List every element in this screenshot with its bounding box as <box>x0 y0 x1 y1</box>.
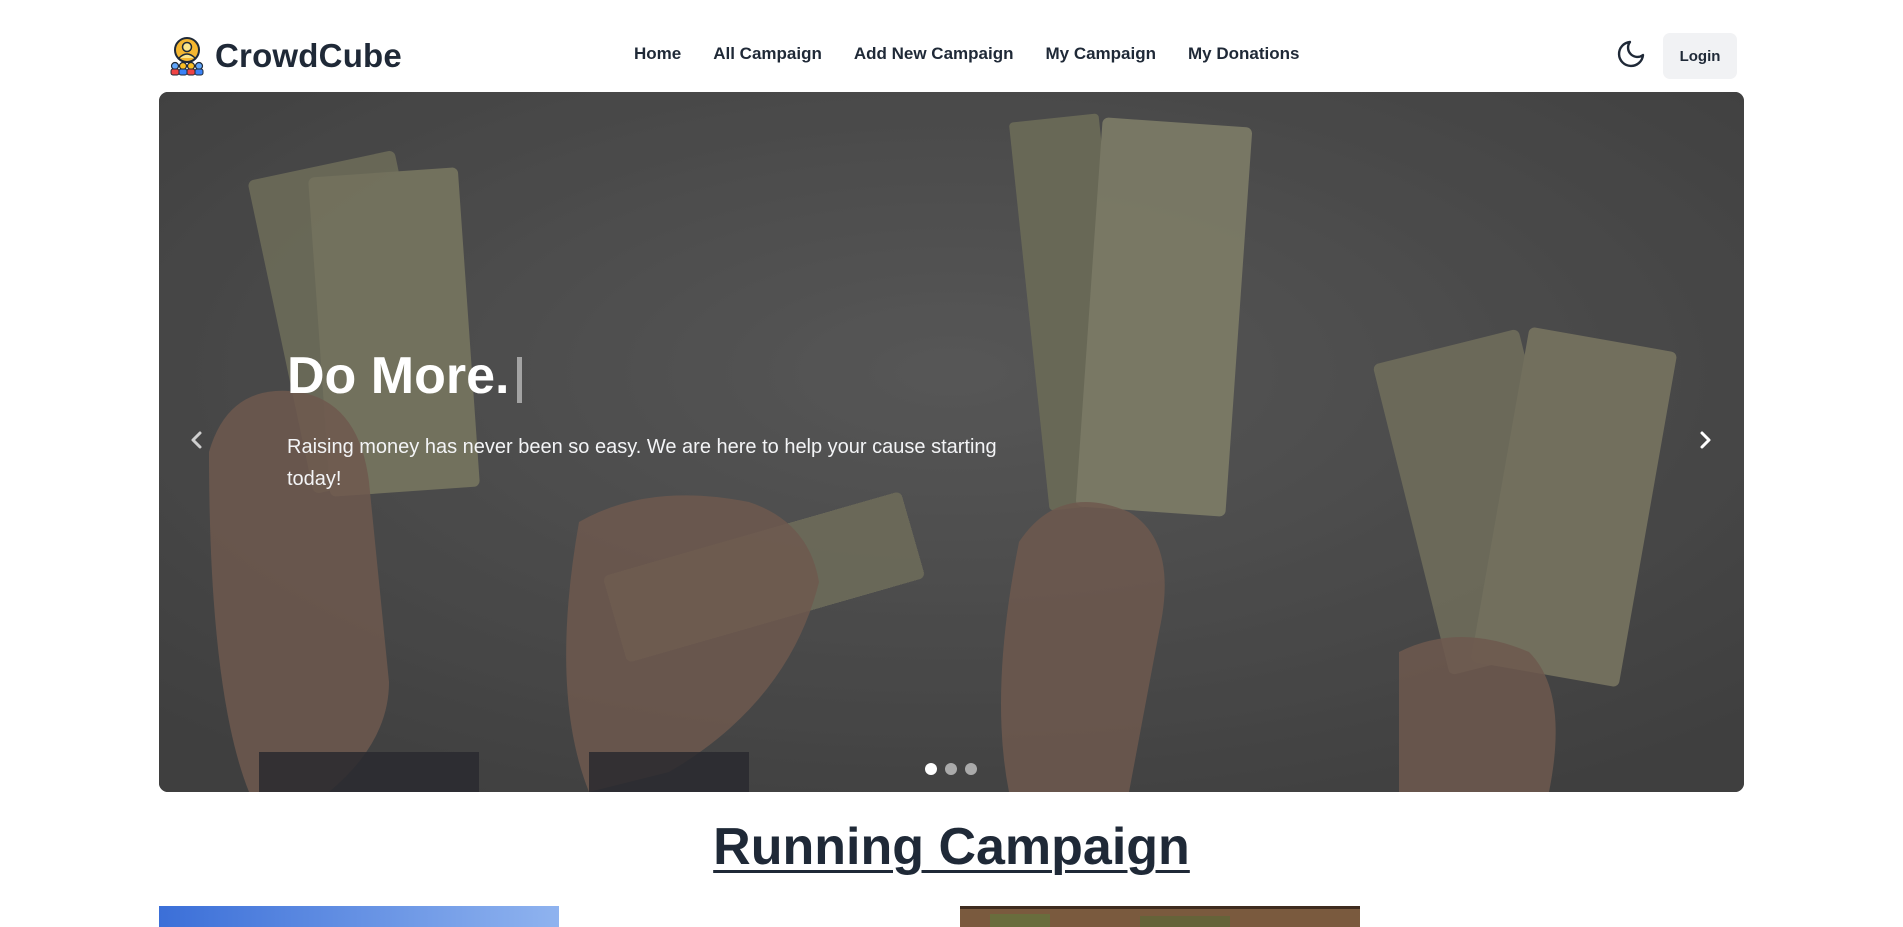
hero-carousel: Do More. Raising money has never been so… <box>159 92 1744 792</box>
carousel-dot-3[interactable] <box>965 763 977 775</box>
chevron-right-icon <box>1700 431 1711 449</box>
chevron-left-icon <box>191 431 202 449</box>
carousel-next-button[interactable] <box>1685 420 1725 460</box>
nav-item: All Campaign <box>713 44 822 64</box>
navbar: CrowdCube Home All Campaign Add New Camp… <box>159 0 1744 92</box>
campaign-card-image <box>159 906 559 927</box>
carousel-dot-1[interactable] <box>925 763 937 775</box>
campaign-card[interactable] <box>960 906 1360 927</box>
campaign-card[interactable] <box>159 906 559 927</box>
typing-cursor <box>517 356 523 403</box>
nav-link-my-donations[interactable]: My Donations <box>1188 44 1299 63</box>
campaign-card-image <box>960 906 1360 927</box>
section-title: Running Campaign <box>713 818 1190 876</box>
login-button[interactable]: Login <box>1663 33 1737 79</box>
hero-title: Do More. <box>287 347 1007 405</box>
nav-link-home[interactable]: Home <box>634 44 681 63</box>
nav-item: My Donations <box>1188 44 1299 64</box>
carousel-dot-2[interactable] <box>945 763 957 775</box>
brand-name: CrowdCube <box>215 37 402 74</box>
carousel-dots <box>925 763 977 775</box>
hero-content: Do More. Raising money has never been so… <box>287 347 1007 495</box>
nav-link-add-new-campaign[interactable]: Add New Campaign <box>854 44 1014 63</box>
hero-description: Raising money has never been so easy. We… <box>287 436 997 491</box>
nav-link-my-campaign[interactable]: My Campaign <box>1045 44 1156 63</box>
page: CrowdCube Home All Campaign Add New Camp… <box>0 0 1903 927</box>
nav-item: Home <box>634 44 681 64</box>
crowd-people-icon <box>170 37 204 76</box>
theme-toggle-button[interactable] <box>1614 37 1648 71</box>
nav-link-all-campaign[interactable]: All Campaign <box>713 44 822 63</box>
nav-item: Add New Campaign <box>854 44 1014 64</box>
brand-link[interactable]: CrowdCube <box>167 36 402 76</box>
carousel-prev-button[interactable] <box>177 420 217 460</box>
moon-icon <box>1617 40 1645 68</box>
nav-links: Home All Campaign Add New Campaign My Ca… <box>634 44 1299 64</box>
hero-title-text: Do More. <box>287 347 510 405</box>
nav-item: My Campaign <box>1045 44 1156 64</box>
